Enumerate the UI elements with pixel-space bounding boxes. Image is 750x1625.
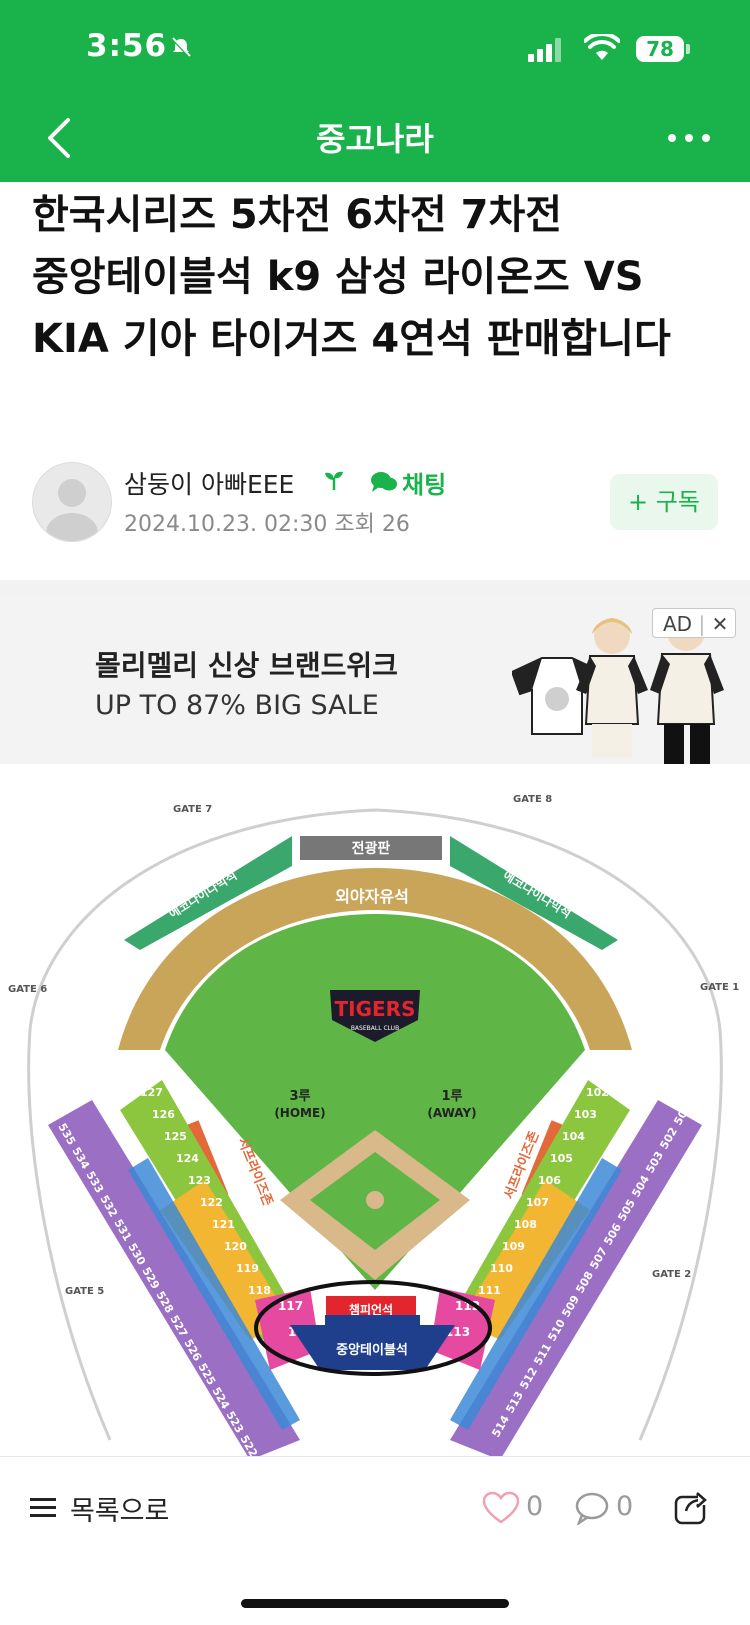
section-127: 127 xyxy=(140,1086,163,1099)
ad-close-button[interactable]: AD | ✕ xyxy=(652,608,736,638)
team-logo-sub: BASEBALL CLUB xyxy=(351,1025,399,1032)
first-base-label: 1루 xyxy=(441,1089,462,1104)
section-divider xyxy=(0,580,750,594)
ad-title: 몰리멜리 신상 브랜드위크 xyxy=(95,649,398,682)
scoreboard-label: 전광판 xyxy=(352,840,391,857)
section-123: 123 xyxy=(188,1174,211,1187)
status-bar: 3:56 78 xyxy=(0,0,750,94)
third-base-label: 3루 xyxy=(289,1089,310,1104)
gate6-label: GATE 6 xyxy=(8,984,47,995)
section-102: 102 xyxy=(586,1086,609,1099)
status-time: 3:56 xyxy=(86,28,168,64)
home-indicator xyxy=(241,1599,509,1608)
app-header: 중고나라 xyxy=(0,94,750,182)
section-118: 118 xyxy=(248,1284,271,1297)
section-120: 120 xyxy=(224,1240,247,1253)
section-126: 126 xyxy=(152,1108,175,1121)
comment-icon[interactable] xyxy=(574,1491,610,1525)
ad-banner[interactable]: 몰리멜리 신상 브랜드위크 UP TO 87% BIG SALE AD | ✕ xyxy=(0,594,750,764)
cellular-signal-icon xyxy=(528,38,561,62)
heart-icon[interactable] xyxy=(482,1491,520,1525)
section-125: 125 xyxy=(164,1130,187,1143)
gate1-label: GATE 1 xyxy=(700,982,739,993)
third-base-home-label: (HOME) xyxy=(274,1106,325,1120)
wifi-icon xyxy=(584,34,620,60)
more-options-icon[interactable] xyxy=(664,120,714,156)
ad-divider: | xyxy=(698,612,712,636)
section-119: 119 xyxy=(236,1262,259,1275)
bell-muted-icon xyxy=(171,37,191,58)
author-name[interactable]: 삼둥이 아빠EEE xyxy=(124,465,294,501)
battery-tip xyxy=(686,44,690,54)
section-110: 110 xyxy=(490,1262,513,1275)
ad-label: AD xyxy=(663,612,693,636)
section-104: 104 xyxy=(562,1130,585,1143)
back-to-list-button[interactable]: 목록으로 xyxy=(70,1489,169,1528)
like-count: 0 xyxy=(526,1491,544,1522)
chat-button[interactable]: 채팅 xyxy=(402,465,446,500)
chat-bubble-icon[interactable] xyxy=(370,470,398,494)
section-122: 122 xyxy=(200,1196,223,1209)
comment-count: 0 xyxy=(616,1491,634,1522)
bottom-bar: 목록으로 0 0 xyxy=(0,1456,750,1625)
post-title: 한국시리즈 5차전 6차전 7차전 중앙테이블석 k9 삼성 라이온즈 VS K… xyxy=(32,192,671,362)
post-meta: 2024.10.23. 02:30 조회 26 xyxy=(124,512,410,537)
share-icon[interactable] xyxy=(672,1487,712,1527)
first-base-away-label: (AWAY) xyxy=(427,1106,476,1120)
gate2-label: GATE 2 xyxy=(652,1269,691,1280)
section-108: 108 xyxy=(514,1218,537,1231)
section-103: 103 xyxy=(574,1108,597,1121)
subscribe-button[interactable]: + 구독 xyxy=(610,474,718,530)
close-icon[interactable]: ✕ xyxy=(712,612,729,636)
champion-seats-label: 챔피언석 xyxy=(349,1302,393,1317)
list-icon[interactable] xyxy=(30,1497,56,1519)
section-106: 106 xyxy=(538,1174,561,1187)
section-105: 105 xyxy=(550,1152,573,1165)
section-109: 109 xyxy=(502,1240,525,1253)
gate8-label: GATE 8 xyxy=(513,794,552,805)
battery-indicator: 78 xyxy=(636,36,684,62)
author-avatar[interactable] xyxy=(32,462,112,542)
section-107: 107 xyxy=(526,1196,549,1209)
header-title: 중고나라 xyxy=(316,120,434,158)
central-table-label: 중앙테이블석 xyxy=(336,1342,408,1358)
gate7-label: GATE 7 xyxy=(173,804,212,815)
outfield-label: 외야자유석 xyxy=(335,887,409,906)
section-121: 121 xyxy=(212,1218,235,1231)
section-111: 111 xyxy=(478,1284,501,1297)
section-124: 124 xyxy=(176,1152,199,1165)
sprout-badge-icon xyxy=(325,471,343,490)
ad-subtitle: UP TO 87% BIG SALE xyxy=(95,690,379,721)
gate5-label: GATE 5 xyxy=(65,1286,104,1297)
default-avatar-icon xyxy=(46,479,98,541)
stadium-seating-map: GATE 7 GATE 8 GATE 6 GATE 1 GATE 5 GATE … xyxy=(0,780,750,1460)
team-logo-text: TIGERS xyxy=(335,997,416,1021)
